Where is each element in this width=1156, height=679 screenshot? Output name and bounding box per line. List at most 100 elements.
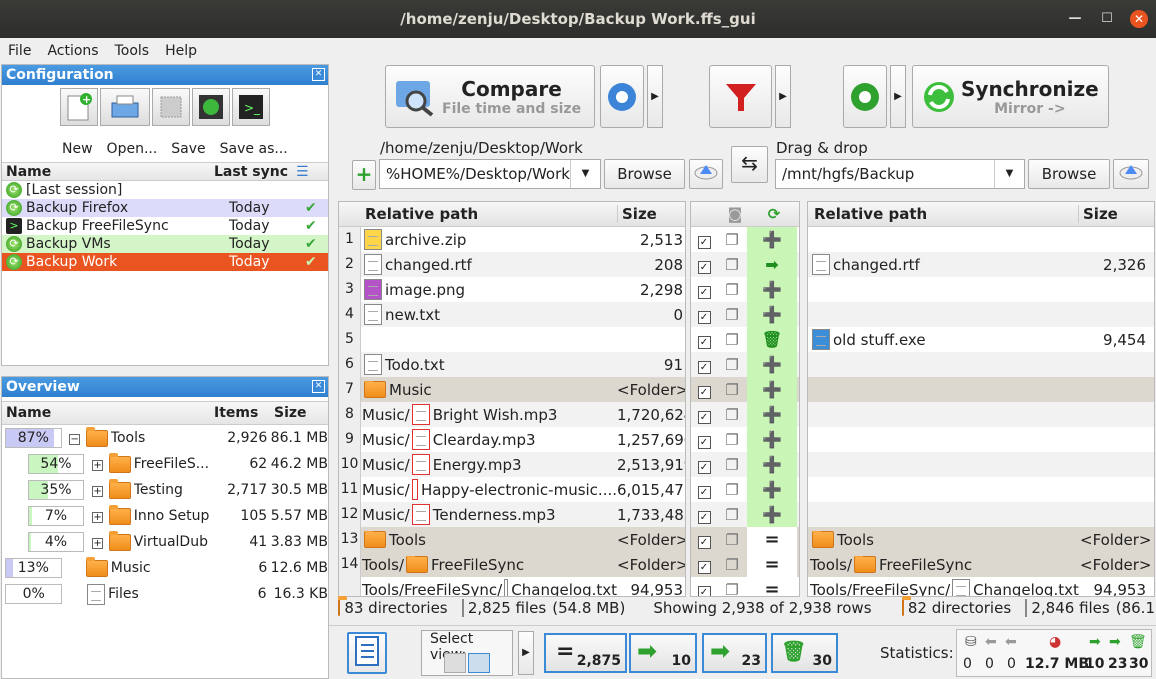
include-checkbox[interactable]: ✓ — [697, 385, 711, 399]
expand-icon[interactable]: + — [92, 512, 104, 523]
left-table-row[interactable]: 3 image.png 2,298 — [339, 277, 685, 302]
action-row[interactable]: ✓ ❐ 🗑 — [691, 327, 799, 352]
save-as-batch-button[interactable]: >_ — [232, 88, 270, 126]
add-folder-pair-button[interactable]: + — [352, 160, 376, 190]
overview-row[interactable]: 13% Music 6 12.6 MB — [2, 555, 328, 581]
menu-file[interactable]: File — [0, 43, 39, 59]
left-folder-input[interactable]: %HOME%/Desktop/Work ▼ — [379, 159, 601, 189]
log-view-button[interactable] — [347, 632, 387, 674]
compare-category-icon[interactable]: ◙ — [721, 205, 749, 223]
create-right-icon[interactable]: ➕ — [747, 502, 797, 527]
include-checkbox[interactable]: ✓ — [697, 435, 711, 449]
compare-dropdown-arrow[interactable]: ▶ — [647, 65, 663, 128]
right-table-row[interactable] — [808, 277, 1154, 302]
config-item[interactable]: ⟳ Backup VMs Today ✔ — [2, 235, 328, 253]
include-checkbox[interactable]: ✓ — [697, 335, 711, 349]
minimize-icon[interactable]: — — [1066, 10, 1084, 28]
overview-row[interactable]: 54% + FreeFileS... 62 46.2 MB — [2, 451, 328, 477]
filter-delete-button[interactable]: 🗑 30 — [771, 633, 838, 673]
open-config-button[interactable] — [100, 88, 150, 126]
left-table-row[interactable]: 8Music/Bright Wish.mp31,720,624 — [339, 402, 685, 427]
include-checkbox[interactable]: ✓ — [697, 460, 711, 474]
update-right-icon[interactable]: ➡ — [747, 252, 797, 277]
action-row[interactable]: ✓ ❐ ➕ — [691, 502, 799, 527]
right-dropdown-icon[interactable]: ▼ — [994, 160, 1024, 188]
config-item[interactable]: ⟳ [Last session] — [2, 181, 328, 199]
include-checkbox[interactable]: ✓ — [697, 485, 711, 499]
equal-icon[interactable]: = — [747, 527, 797, 552]
right-table-row[interactable] — [808, 452, 1154, 477]
left-table-row[interactable]: 11 Music/Happy-electronic-music.... 6,015,… — [339, 477, 685, 502]
collapse-icon[interactable]: − — [69, 434, 81, 445]
menu-help[interactable]: Help — [157, 43, 205, 59]
equal-icon[interactable]: = — [747, 577, 797, 596]
overview-row[interactable]: 0% Files 6 16.3 KB — [2, 581, 328, 607]
right-folder-input[interactable]: /mnt/hgfs/Backup ▼ — [775, 159, 1025, 189]
include-checkbox[interactable]: ✓ — [697, 535, 711, 549]
swap-sides-button[interactable]: ⇆ — [731, 146, 768, 183]
overview-row[interactable]: 4% + VirtualDub 41 3.83 MB — [2, 529, 328, 555]
left-table-row[interactable]: 1 archive.zip 2,513 — [339, 227, 685, 252]
right-table-row[interactable]: Tools/FreeFileSync <Folder> — [808, 552, 1154, 577]
left-browse-button[interactable]: Browse — [604, 159, 685, 189]
create-right-icon[interactable]: ➕ — [747, 427, 797, 452]
left-table-row[interactable]: Tools/FreeFileSync/Changelog.txt 94,953 — [339, 577, 685, 596]
filter-dropdown-arrow[interactable]: ▶ — [775, 65, 791, 128]
create-right-icon[interactable]: ➕ — [747, 377, 797, 402]
view-category-icon[interactable] — [444, 653, 466, 673]
ov-col-items[interactable]: Items — [208, 405, 268, 421]
left-table-row[interactable]: 13 Tools <Folder> — [339, 527, 685, 552]
right-col-size[interactable]: Size — [1078, 205, 1148, 223]
menu-tools[interactable]: Tools — [107, 43, 158, 59]
right-table-row[interactable] — [808, 227, 1154, 252]
right-table-row[interactable] — [808, 427, 1154, 452]
include-checkbox[interactable]: ✓ — [697, 410, 711, 424]
col-name[interactable]: Name — [2, 164, 214, 180]
view-dropdown-arrow[interactable]: ▶ — [518, 631, 534, 675]
close-panel-icon[interactable]: ✕ — [312, 68, 325, 81]
right-col-relative-path[interactable]: Relative path — [808, 205, 1078, 223]
expand-icon[interactable]: + — [92, 460, 104, 471]
left-table-row[interactable]: 14 Tools/FreeFileSync <Folder> — [339, 552, 685, 577]
save-config-button[interactable] — [152, 88, 190, 126]
view-action-icon[interactable] — [468, 653, 490, 673]
config-item[interactable]: ⟳ Backup Firefox Today ✔ — [2, 199, 328, 217]
ov-col-size[interactable]: Size — [268, 405, 324, 421]
config-item[interactable]: ⟳ Backup Work Today ✔ — [2, 253, 328, 271]
compare-settings-button[interactable] — [600, 65, 644, 128]
action-row[interactable]: ✓ ❐ ➕ — [691, 452, 799, 477]
action-row[interactable]: ✓ ❐ = — [691, 552, 799, 577]
right-table-row[interactable] — [808, 302, 1154, 327]
config-item[interactable]: > Backup FreeFileSync Today ✔ — [2, 217, 328, 235]
filter-create-button[interactable]: ➡ 10 — [629, 633, 697, 673]
action-row[interactable]: ✓ ❐ ➕ — [691, 227, 799, 252]
close-icon[interactable]: ✕ — [1130, 10, 1148, 28]
action-row[interactable]: ✓ ❐ ➕ — [691, 352, 799, 377]
right-table-row[interactable] — [808, 477, 1154, 502]
create-right-icon[interactable]: ➕ — [747, 227, 797, 252]
ov-col-name[interactable]: Name — [2, 405, 208, 421]
synchronize-button[interactable]: Synchronize Mirror -> — [912, 65, 1109, 128]
right-browse-button[interactable]: Browse — [1028, 159, 1110, 189]
close-overview-icon[interactable]: ✕ — [312, 380, 325, 393]
right-table-row[interactable] — [808, 402, 1154, 427]
action-row[interactable]: ✓ ❐ ➕ — [691, 427, 799, 452]
left-table-row[interactable]: 2 changed.rtf 208 — [339, 252, 685, 277]
action-row[interactable]: ✓ ❐ ➡ — [691, 252, 799, 277]
new-config-button[interactable]: + — [60, 88, 98, 126]
create-right-icon[interactable]: ➕ — [747, 477, 797, 502]
action-row[interactable]: ✓ ❐ ➕ — [691, 277, 799, 302]
filter-equal-button[interactable]: = 2,875 — [544, 633, 627, 673]
action-row[interactable]: ✓ ❐ ➕ — [691, 302, 799, 327]
left-cloud-button[interactable] — [689, 159, 723, 189]
right-cloud-button[interactable] — [1113, 159, 1149, 189]
include-checkbox[interactable]: ✓ — [697, 510, 711, 524]
left-col-relative-path[interactable]: Relative path — [361, 205, 617, 223]
equal-icon[interactable]: = — [747, 552, 797, 577]
action-row[interactable]: ✓ ❐ ➕ — [691, 477, 799, 502]
right-table-row[interactable] — [808, 377, 1154, 402]
menu-actions[interactable]: Actions — [39, 43, 106, 59]
left-dropdown-icon[interactable]: ▼ — [570, 160, 600, 188]
action-row[interactable]: ✓ ❐ = — [691, 527, 799, 552]
action-row[interactable]: ✓ ❐ ➕ — [691, 377, 799, 402]
